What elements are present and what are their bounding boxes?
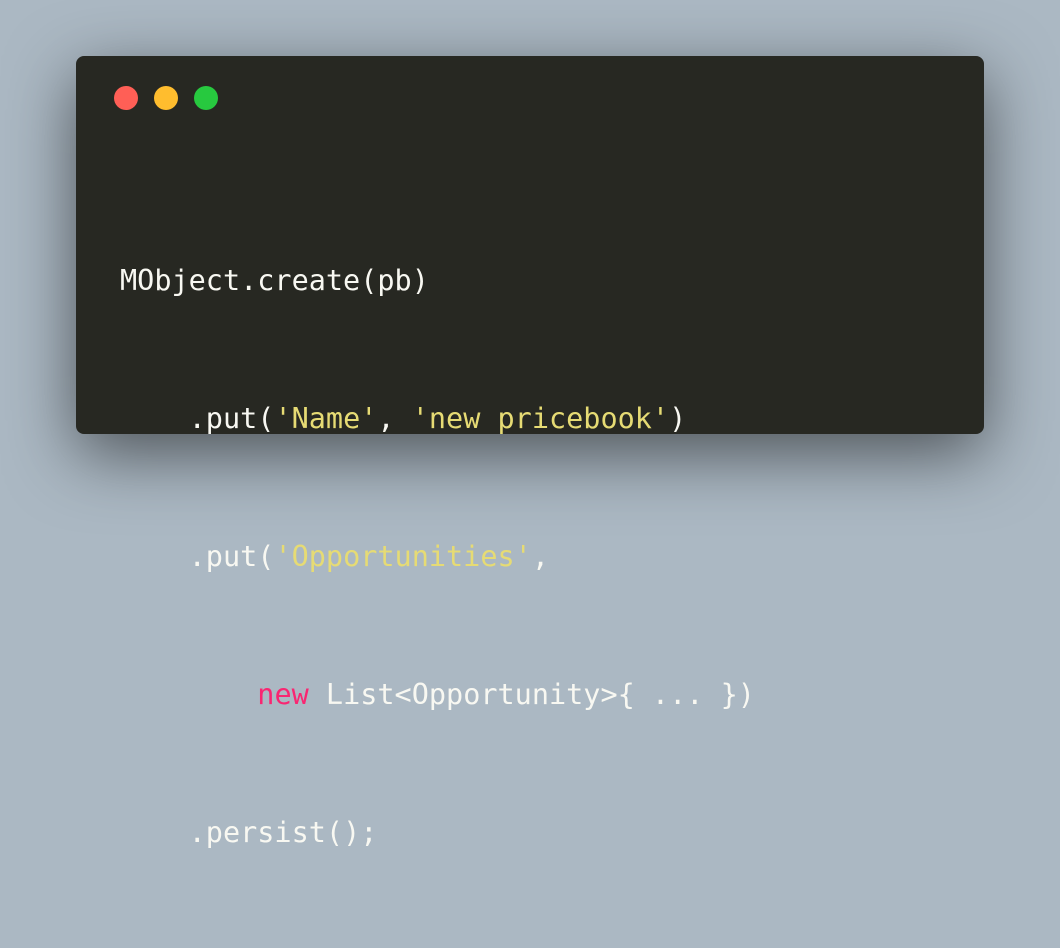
close-dot-icon[interactable] [114,86,138,110]
string-literal: 'Name' [274,402,378,435]
code-text: List<Opportunity>{ ... }) [308,678,755,711]
code-line-4: new List<Opportunity>{ ... }) [120,672,755,718]
keyword: new [257,678,309,711]
code-line-3: .put('Opportunities', [120,534,755,580]
window-controls [114,86,218,110]
string-literal: 'Opportunities' [274,540,532,573]
separator: , [531,540,549,573]
code-line-1: MObject.create(pb) [120,258,755,304]
method-call: .put( [188,540,275,573]
string-literal: 'new pricebook' [411,402,670,435]
code-text: MObject.create(pb) [120,264,429,297]
code-line-5: .persist(); [120,810,755,856]
maximize-dot-icon[interactable] [194,86,218,110]
closing-paren: ) [669,402,687,435]
method-call: .put( [188,402,275,435]
code-line-2: .put('Name', 'new pricebook') [120,396,755,442]
minimize-dot-icon[interactable] [154,86,178,110]
separator: , [377,402,412,435]
code-block: MObject.create(pb) .put('Name', 'new pri… [120,166,755,948]
code-window: MObject.create(pb) .put('Name', 'new pri… [76,56,984,849]
method-call: .persist(); [188,816,378,849]
